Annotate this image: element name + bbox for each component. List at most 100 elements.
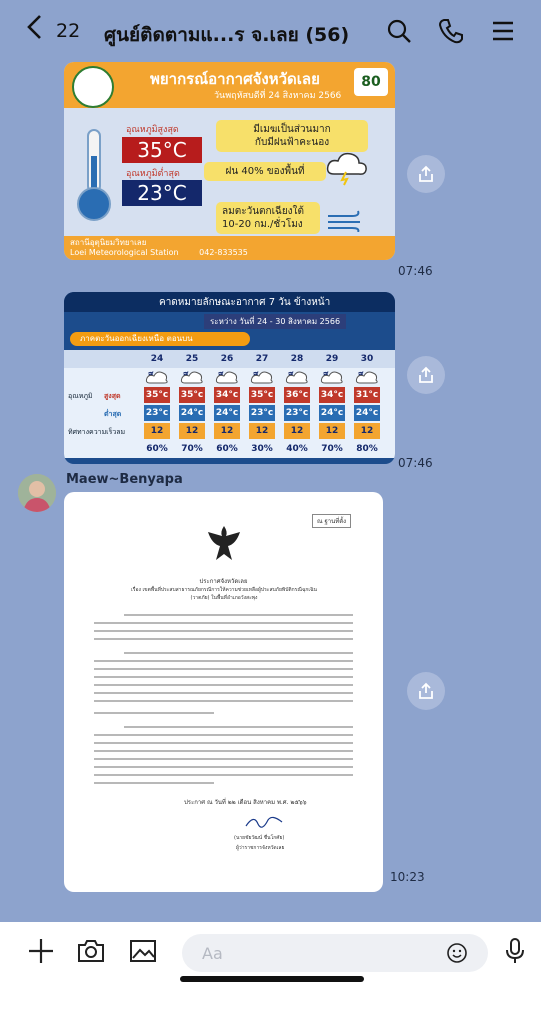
cloud-icon — [285, 371, 308, 384]
document-text-line — [94, 622, 353, 624]
signer-name: (นายชัยวัฒน์ ชื่นโกศัย) — [234, 835, 285, 841]
document-text-line — [94, 676, 353, 678]
message-time: 10:23 — [390, 870, 425, 884]
weather-forecast-image[interactable]: พยากรณ์อากาศจังหวัดเลย วันพฤหัสบดีที่ 24… — [64, 62, 395, 260]
min-temp-cell: 23°c — [284, 405, 310, 421]
max-label: สูงสุด — [104, 392, 121, 400]
back-button[interactable] — [26, 14, 44, 47]
document-text-line — [94, 684, 353, 686]
cloud-icon — [355, 371, 378, 384]
document-subject-2: (วาตภัย) ในพื้นที่อำเภอวังสะพุง — [190, 595, 258, 601]
document-text-line — [94, 750, 353, 752]
wind-cell: 12 — [284, 423, 310, 439]
document-text-line — [94, 774, 353, 776]
phone-icon[interactable] — [438, 18, 464, 44]
wind-cell: 12 — [354, 423, 380, 439]
document-image[interactable]: ณ ฐานที่ตั้ง ประกาศจังหวัดเลย เรื่อง เขต… — [64, 492, 383, 892]
forecast-day: 24 ส.ค. — [148, 354, 166, 380]
wind-cell: 12 — [249, 423, 275, 439]
rain-cell: 80% — [356, 444, 378, 454]
wind-info: ลมตะวันตกเฉียงใต้ 10-20 กม./ชั่วโมง — [216, 202, 320, 234]
min-label: ต่ำสุด — [104, 410, 122, 418]
message-input[interactable]: Aa — [182, 934, 488, 972]
document-stamp: ณ ฐานที่ตั้ง — [312, 514, 352, 528]
message-time: 07:46 — [398, 264, 433, 278]
anniversary-badge: 80 — [354, 68, 388, 96]
sender-name[interactable]: Maew~Benyapa — [66, 472, 183, 487]
station-name-th: สถานีอุตุนิยมวิทยาเลย — [70, 238, 147, 247]
share-button[interactable] — [407, 155, 445, 193]
min-temp-label: อุณหภูมิต่ำสุด — [126, 169, 180, 179]
min-temp-cell: 24°c — [179, 405, 205, 421]
tmd-logo-icon — [72, 66, 114, 108]
share-button[interactable] — [407, 356, 445, 394]
min-temp: 23°C — [122, 180, 202, 206]
share-icon — [419, 366, 433, 383]
document-heading: ประกาศจังหวัดเลย — [199, 578, 248, 585]
forecast-day: 28 ส.ค. — [288, 354, 306, 380]
cloud-condition: มีเมฆเป็นส่วนมาก กับมีฝนฟ้าคะนอง — [216, 120, 368, 152]
forecast-day: 25 ส.ค. — [183, 354, 201, 380]
emoji-icon[interactable] — [446, 942, 468, 964]
wind-cell: 12 — [214, 423, 240, 439]
max-temp-cell: 35°c — [179, 387, 205, 403]
thermometer-icon — [77, 129, 111, 221]
rain-cell: 30% — [251, 444, 273, 454]
document-text-line — [94, 668, 353, 670]
image-icon[interactable] — [128, 936, 158, 966]
document-text-line — [94, 712, 214, 714]
wind-icon — [328, 210, 360, 232]
station-footer: สถานีอุตุนิยมวิทยาเลย Loei Meteorologica… — [64, 236, 395, 260]
document-text-line — [124, 652, 353, 654]
plus-icon[interactable] — [26, 936, 56, 966]
station-phone: 042-833535 — [199, 248, 248, 257]
weekly-header: คาดหมายลักษณะอากาศ 7 วัน ข้างหน้า — [64, 292, 395, 312]
search-icon[interactable] — [386, 18, 412, 44]
share-icon — [419, 682, 433, 699]
document-text-line — [124, 614, 353, 616]
camera-icon[interactable] — [76, 936, 106, 966]
forecast-day: 29 ส.ค. — [323, 354, 341, 380]
min-temp-cell: 23°c — [249, 405, 275, 421]
share-button[interactable] — [407, 672, 445, 710]
forecast-date: วันพฤหัสบดีที่ 24 สิงหาคม 2566 — [214, 91, 342, 101]
menu-icon[interactable] — [490, 18, 516, 44]
document-text-line — [94, 742, 353, 744]
forecast-table: อุณหภูมิ สูงสุด ต่ำสุด ทิศทางความเร็วลม … — [64, 350, 395, 458]
document-text-line — [94, 734, 353, 736]
min-temp-cell: 24°c — [214, 405, 240, 421]
message-input-bar: Aa — [0, 922, 541, 1012]
wind-label: ทิศทางความเร็วลม — [68, 428, 126, 436]
cloud-icon — [250, 371, 273, 384]
home-indicator — [180, 976, 364, 982]
wind-cell: 12 — [144, 423, 170, 439]
cloud-icon — [320, 371, 343, 384]
temp-label: อุณหภูมิ — [68, 392, 93, 400]
document-text-line — [94, 660, 353, 662]
chat-area[interactable]: พยากรณ์อากาศจังหวัดเลย วันพฤหัสบดีที่ 24… — [0, 62, 541, 922]
chat-title[interactable]: ศูนย์ติดตามแ...ร จ.เลย (56) — [104, 20, 349, 50]
document-text-line — [94, 700, 353, 702]
min-temp-cell: 24°c — [354, 405, 380, 421]
max-temp: 35°C — [122, 137, 202, 163]
max-temp-cell: 35°c — [249, 387, 275, 403]
max-temp-cell: 31°c — [354, 387, 380, 403]
unread-count: 22 — [56, 20, 81, 42]
garuda-emblem-icon — [208, 526, 240, 560]
weekly-forecast-image[interactable]: คาดหมายลักษณะอากาศ 7 วัน ข้างหน้า ระหว่า… — [64, 292, 395, 464]
signer-title: ผู้ว่าราชการจังหวัดเลย — [236, 845, 285, 851]
microphone-icon[interactable] — [500, 936, 530, 966]
share-icon — [419, 165, 433, 182]
wind-cell: 12 — [179, 423, 205, 439]
station-name-en: Loei Meteorological Station — [70, 248, 179, 257]
thunderstorm-icon — [326, 152, 367, 186]
rain-cell: 70% — [321, 444, 343, 454]
avatar[interactable] — [18, 474, 56, 512]
rain-chance: ฝน 40% ของพื้นที่ — [204, 162, 326, 181]
rain-cell: 60% — [216, 444, 238, 454]
wind-cell: 12 — [319, 423, 345, 439]
cloud-icon — [145, 371, 168, 384]
max-temp-cell: 35°c — [144, 387, 170, 403]
cloud-icon — [215, 371, 238, 384]
chevron-left-icon — [27, 15, 41, 39]
